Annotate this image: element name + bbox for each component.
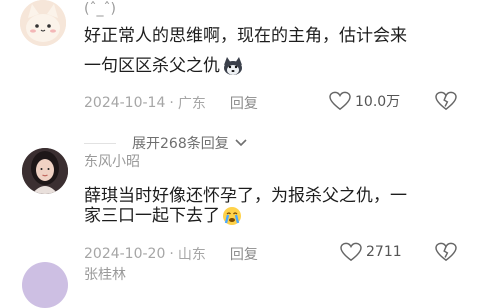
comment-text-line: 一句区区杀父之仇	[84, 56, 220, 76]
comment-text-row: 一句区区杀父之仇	[84, 51, 244, 81]
comment-meta: 2024-10-14 · 广东 回复	[84, 93, 258, 113]
divider-line	[84, 142, 116, 144]
comment-text-row: 家三口一起下去了	[84, 201, 242, 231]
husky-sticker-icon	[222, 56, 244, 76]
meta-separator-dot: ·	[169, 246, 174, 262]
dislike-button[interactable]	[435, 242, 457, 262]
comment-username[interactable]: 东风小昭	[84, 151, 140, 171]
like-button[interactable]: 10.0万	[329, 91, 400, 111]
broken-heart-icon	[435, 91, 457, 111]
cat-avatar-icon	[20, 0, 66, 46]
like-button[interactable]: 2711	[340, 242, 402, 262]
expand-replies-label: 展开268条回复	[132, 136, 229, 152]
comment-username[interactable]: 张桂林	[84, 264, 126, 284]
meta-separator-dot: ·	[169, 95, 174, 111]
heart-icon	[329, 91, 351, 111]
expand-replies-button[interactable]: 展开268条回复	[84, 133, 247, 153]
comment-location: 山东	[177, 247, 206, 263]
dislike-button[interactable]	[435, 91, 457, 111]
comment-username[interactable]: (ˆ_ˆ)	[84, 1, 116, 17]
avatar-cat[interactable]	[20, 0, 66, 46]
avatar[interactable]	[22, 262, 68, 308]
like-count: 2711	[366, 244, 402, 260]
portrait-avatar-icon	[22, 148, 68, 194]
chevron-down-icon	[235, 139, 247, 147]
comment-text-line: 好正常人的思维啊，现在的主角，估计会来	[84, 26, 407, 46]
reply-button[interactable]: 回复	[230, 244, 258, 264]
comment-text-line: 家三口一起下去了	[84, 206, 220, 226]
comment-meta: 2024-10-20 · 山东 回复	[84, 244, 258, 264]
avatar-girl[interactable]	[22, 148, 68, 194]
broken-heart-icon	[435, 242, 457, 262]
like-count: 10.0万	[355, 94, 401, 110]
reply-button[interactable]: 回复	[230, 93, 258, 113]
crying-emoji-icon	[222, 206, 242, 226]
comment-date: 2024-10-14	[84, 95, 166, 111]
comment-date: 2024-10-20	[84, 246, 166, 262]
heart-icon	[340, 242, 362, 262]
comment-location: 广东	[177, 96, 206, 112]
